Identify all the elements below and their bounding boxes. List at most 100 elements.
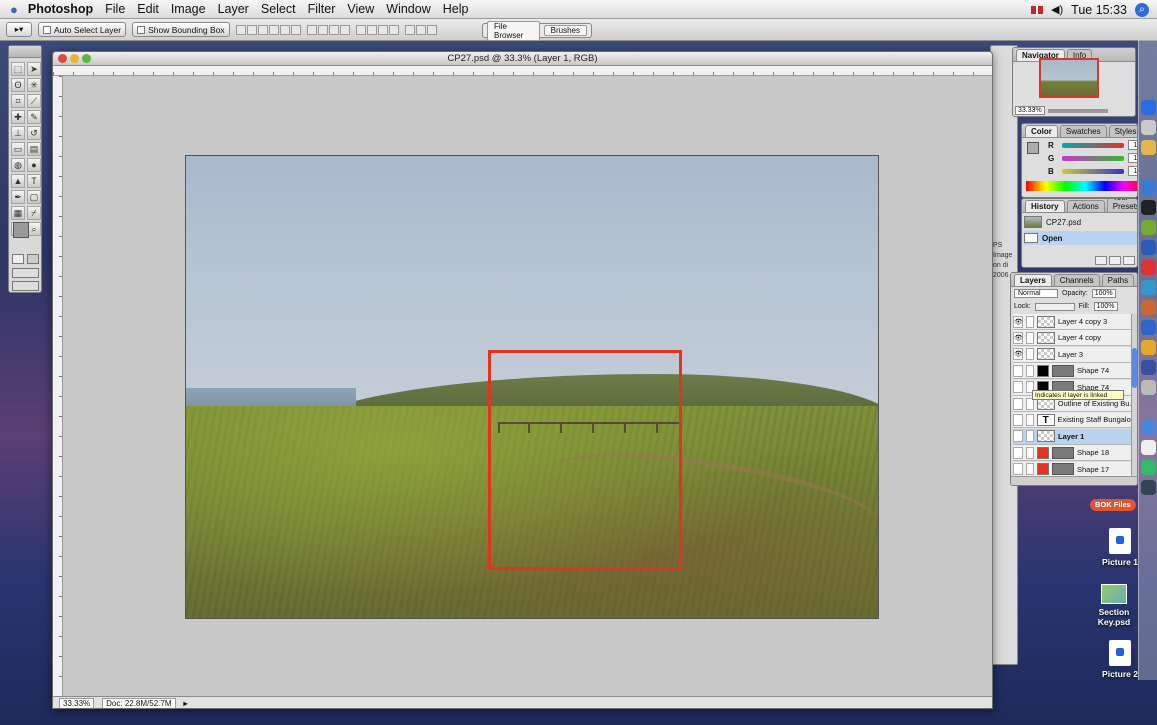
app-icon-7[interactable] [1141, 420, 1156, 435]
magic-wand-tool-icon[interactable]: ✳ [27, 78, 41, 92]
navigator-zoom-field[interactable]: 33.33% [1015, 106, 1045, 115]
opacity-field[interactable]: 100% [1091, 289, 1116, 298]
brush-tool-icon[interactable]: ✎ [27, 110, 41, 124]
jump-to-imageready-icon[interactable] [12, 281, 39, 291]
camera-icon[interactable] [1141, 200, 1156, 215]
layer-visibility-icon[interactable] [1013, 446, 1023, 459]
uk-flag-icon[interactable] [1031, 5, 1044, 14]
standard-mode-icon[interactable] [12, 254, 24, 264]
ichat-icon[interactable] [1141, 220, 1156, 235]
new-document-icon[interactable] [1109, 256, 1121, 265]
bok-files-label[interactable]: BOK Files [1090, 499, 1136, 511]
layer-visibility-icon[interactable] [1013, 463, 1023, 476]
system-prefs-icon[interactable] [1141, 120, 1156, 135]
toolbox-header[interactable] [9, 46, 41, 58]
menu-edit[interactable]: Edit [137, 2, 159, 16]
app-icon-5[interactable] [1141, 360, 1156, 375]
layer-link-icon[interactable] [1026, 348, 1034, 361]
zoom-tool-icon[interactable]: ⌕ [27, 222, 41, 236]
red-value[interactable]: 172 [1128, 140, 1137, 150]
gradient-tool-icon[interactable]: ▤ [27, 142, 41, 156]
app-icon-6[interactable] [1141, 380, 1156, 395]
dodge-tool-icon[interactable]: ● [27, 158, 41, 172]
type-tool-icon[interactable]: T [27, 174, 41, 188]
tab-layers[interactable]: Layers [1014, 274, 1052, 286]
app-menu[interactable]: Photoshop [28, 2, 93, 16]
lasso-tool-icon[interactable]: ʘ [11, 78, 25, 92]
distribute-buttons-3[interactable] [404, 24, 437, 35]
desktop-icon-section-key[interactable]: Section Key.psd [1084, 584, 1144, 627]
blue-value[interactable]: 172 [1128, 166, 1137, 176]
path-select-icon[interactable]: ▲ [11, 174, 25, 188]
app-icon-3[interactable] [1141, 320, 1156, 335]
layer-visibility-icon[interactable]: 👁 [1013, 315, 1023, 328]
layer-visibility-icon[interactable] [1013, 381, 1023, 394]
layer-visibility-icon[interactable]: 👁 [1013, 331, 1023, 344]
menubar-clock[interactable]: Tue 15:33 [1071, 3, 1127, 17]
menu-help[interactable]: Help [443, 2, 469, 16]
eyedropper-tool-icon[interactable]: ⌿ [27, 206, 41, 220]
file-browser-tab[interactable]: File Browser [487, 20, 540, 41]
move-tool-icon[interactable]: ➤ [27, 62, 41, 76]
menu-view[interactable]: View [347, 2, 374, 16]
align-buttons[interactable] [235, 24, 301, 35]
slice-tool-icon[interactable]: ⟋ [27, 94, 41, 108]
blue-slider[interactable] [1062, 168, 1124, 174]
layers-scrollbar[interactable] [1131, 314, 1137, 478]
address-book-icon[interactable] [1141, 240, 1156, 255]
lock-buttons[interactable] [1034, 302, 1075, 311]
show-bounding-box-checkbox[interactable]: Show Bounding Box [132, 22, 230, 37]
foreground-color-swatch[interactable] [13, 222, 29, 238]
app-icon-8[interactable] [1141, 440, 1156, 455]
tab-channels[interactable]: Channels [1053, 274, 1100, 286]
tab-paths[interactable]: Paths [1101, 274, 1135, 286]
color-spectrum-bar[interactable] [1026, 181, 1137, 191]
vertical-ruler[interactable] [53, 76, 63, 696]
distribute-buttons[interactable] [306, 24, 350, 35]
navigator-thumbnail[interactable] [1039, 58, 1099, 98]
speaker-icon[interactable]: ◀) [1051, 3, 1063, 16]
finder-icon[interactable] [1141, 100, 1156, 115]
zoom-level-field[interactable]: 33.33% [59, 698, 95, 708]
tab-history[interactable]: History [1025, 200, 1065, 212]
screen-mode-icon[interactable] [12, 268, 39, 278]
color-fg-swatch[interactable] [1027, 142, 1039, 154]
layer-row[interactable]: Layer 1 [1013, 428, 1133, 445]
blend-mode-select[interactable]: Normal [1014, 289, 1058, 298]
layer-row[interactable]: Shape 74 [1013, 363, 1133, 380]
layer-visibility-icon[interactable] [1013, 397, 1023, 410]
close-window-icon[interactable] [58, 54, 67, 63]
layer-visibility-icon[interactable] [1013, 430, 1023, 443]
layer-link-icon[interactable] [1026, 331, 1034, 344]
layer-link-icon[interactable] [1026, 446, 1034, 459]
layer-visibility-icon[interactable] [1013, 413, 1023, 426]
menu-filter[interactable]: Filter [308, 2, 336, 16]
menu-image[interactable]: Image [171, 2, 206, 16]
layer-link-icon[interactable] [1026, 463, 1034, 476]
auto-select-layer-checkbox[interactable]: Auto Select Layer [38, 22, 127, 37]
horizontal-ruler[interactable] [53, 66, 992, 76]
blur-tool-icon[interactable]: ◍ [11, 158, 25, 172]
menu-select[interactable]: Select [261, 2, 296, 16]
calendar-icon[interactable] [1141, 260, 1156, 275]
layer-link-icon[interactable] [1026, 430, 1034, 443]
notes-tool-icon[interactable]: ▦ [11, 206, 25, 220]
history-snapshot-row[interactable]: CP27.psd [1024, 215, 1137, 229]
history-state-row[interactable]: Open [1024, 231, 1137, 245]
zoom-window-icon[interactable] [82, 54, 91, 63]
stamp-tool-icon[interactable]: ⊥ [11, 126, 25, 140]
layer-row[interactable]: 👁 Layer 4 copy [1013, 330, 1133, 347]
menu-layer[interactable]: Layer [218, 2, 249, 16]
app-icon-4[interactable] [1141, 340, 1156, 355]
navigator-zoom-slider[interactable] [1047, 108, 1108, 113]
distribute-buttons-2[interactable] [355, 24, 399, 35]
brushes-tab[interactable]: Brushes [543, 25, 587, 36]
history-brush-icon[interactable]: ↺ [27, 126, 41, 140]
app-icon-1[interactable] [1141, 280, 1156, 295]
quick-mask-icon[interactable] [27, 254, 39, 264]
marquee-tool-icon[interactable]: ⬚ [11, 62, 25, 76]
layer-row[interactable]: 👁 Layer 3 [1013, 346, 1133, 363]
green-value[interactable]: 172 [1128, 153, 1137, 163]
spotlight-icon[interactable]: ⌕ [1135, 2, 1149, 17]
layer-row[interactable]: Shape 18 [1013, 445, 1133, 462]
